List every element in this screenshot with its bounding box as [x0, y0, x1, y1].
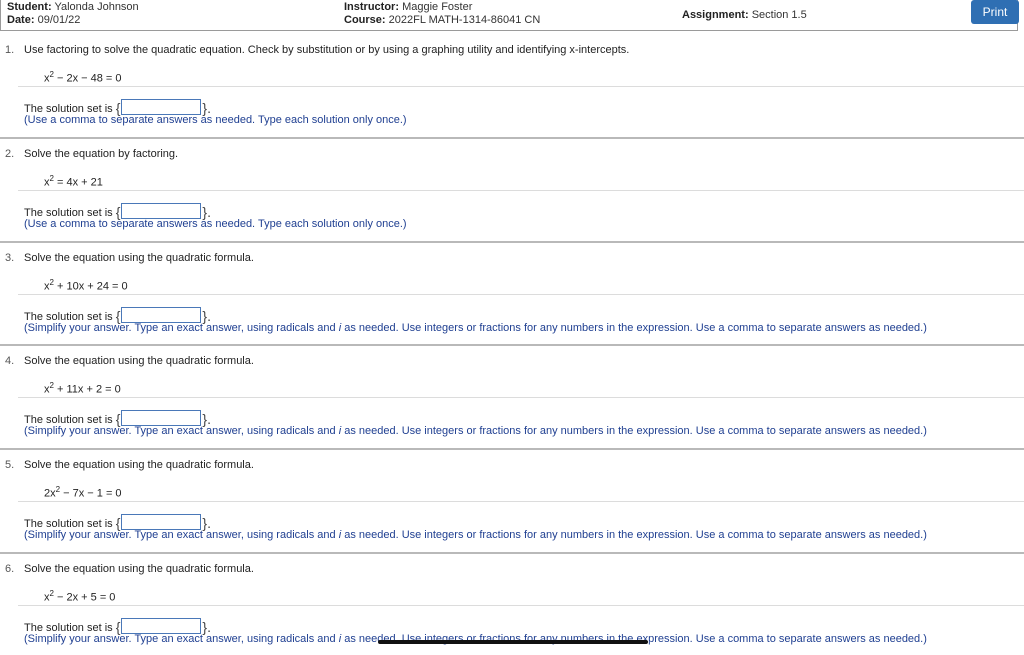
question-divider	[0, 448, 1024, 450]
question-prompt: Solve the equation using the quadratic f…	[24, 355, 254, 367]
hint-text: (Use a comma to separate answers as need…	[24, 218, 407, 230]
question-number: 5.	[5, 459, 15, 471]
assignment-label: Assignment:	[682, 9, 749, 21]
equation-rest: − 2x − 48 = 0	[53, 72, 122, 85]
answer-input[interactable]	[121, 410, 202, 426]
instructor-info: Instructor: Maggie Foster Course: 2022FL…	[344, 1, 540, 27]
instructor-label: Instructor:	[344, 1, 399, 13]
inner-divider	[18, 501, 1024, 502]
inner-divider	[18, 397, 1024, 398]
question-divider	[0, 552, 1024, 554]
assignment-value: Section 1.5	[751, 9, 807, 21]
pen-scribble	[378, 640, 648, 644]
course-value: 2022FL MATH-1314-86041 CN	[388, 14, 541, 26]
assignment-info: Assignment: Section 1.5	[682, 9, 807, 22]
answer-input[interactable]	[121, 307, 202, 323]
question-2: 2. Solve the equation by factoring. x2 = 4…	[0, 137, 1024, 240]
hint-text: (Simplify your answer. Type an exact ans…	[24, 633, 339, 645]
inner-divider	[18, 190, 1024, 191]
inner-divider	[18, 605, 1024, 606]
question-prompt: Solve the equation using the quadratic f…	[24, 459, 254, 471]
inner-divider	[18, 294, 1024, 295]
equation: x2 − 2x − 48 = 0	[44, 70, 122, 85]
hint-text: (Simplify your answer. Type an exact ans…	[24, 529, 339, 541]
question-divider	[0, 137, 1024, 139]
question-divider	[0, 344, 1024, 346]
question-4: 4. Solve the equation using the quadratic…	[0, 344, 1024, 447]
equation-rest: − 7x − 1 = 0	[60, 487, 122, 500]
question-number: 6.	[5, 563, 15, 575]
equation: x2 = 4x + 21	[44, 174, 103, 189]
equation-rest: − 2x + 5 = 0	[53, 591, 116, 604]
student-label: Student:	[7, 1, 52, 13]
instructor-name: Maggie Foster	[402, 1, 473, 13]
question-number: 1.	[5, 44, 15, 56]
student-name: Yalonda Johnson	[54, 1, 139, 13]
student-info: Student: Yalonda Johnson Date: 09/01/22	[7, 1, 139, 27]
print-button[interactable]: Print	[971, 0, 1019, 24]
answer-hint: (Simplify your answer. Type an exact ans…	[24, 322, 927, 334]
course-label: Course:	[344, 14, 386, 26]
hint-text-end: as needed. Use integers or fractions for…	[341, 529, 927, 541]
date-value: 09/01/22	[37, 14, 81, 26]
question-prompt: Solve the equation using the quadratic f…	[24, 563, 254, 575]
question-1: 1. Use factoring to solve the quadratic e…	[0, 33, 1024, 136]
answer-input[interactable]	[121, 203, 202, 219]
question-number: 2.	[5, 148, 15, 160]
answer-input[interactable]	[121, 618, 202, 634]
equation-rest: = 4x + 21	[53, 176, 103, 189]
question-prompt: Use factoring to solve the quadratic equ…	[24, 44, 630, 56]
inner-divider	[18, 86, 1024, 87]
answer-input[interactable]	[121, 514, 202, 530]
question-3: 3. Solve the equation using the quadratic…	[0, 241, 1024, 344]
question-divider	[0, 241, 1024, 243]
answer-hint: (Use a comma to separate answers as need…	[24, 114, 407, 126]
question-prompt: Solve the equation by factoring.	[24, 148, 179, 160]
equation: x2 + 10x + 24 = 0	[44, 278, 128, 293]
equation-base: 2x	[44, 487, 56, 500]
question-5: 5. Solve the equation using the quadratic…	[0, 448, 1024, 551]
answer-hint: (Simplify your answer. Type an exact ans…	[24, 529, 927, 541]
equation: x2 − 2x + 5 = 0	[44, 589, 115, 604]
question-prompt: Solve the equation using the quadratic f…	[24, 252, 254, 264]
assignment-header: Student: Yalonda Johnson Date: 09/01/22 …	[0, 0, 1018, 31]
answer-input[interactable]	[121, 99, 202, 115]
answer-hint: (Use a comma to separate answers as need…	[24, 218, 407, 230]
hint-text: (Simplify your answer. Type an exact ans…	[24, 425, 339, 437]
equation-rest: + 10x + 24 = 0	[53, 280, 128, 293]
date-label: Date:	[7, 14, 35, 26]
answer-hint: (Simplify your answer. Type an exact ans…	[24, 425, 927, 437]
equation: 2x2 − 7x − 1 = 0	[44, 485, 122, 500]
equation: x2 + 11x + 2 = 0	[44, 381, 121, 396]
hint-text-end: as needed. Use integers or fractions for…	[341, 322, 927, 334]
hint-text-end: as needed. Use integers or fractions for…	[341, 425, 927, 437]
hint-text: (Simplify your answer. Type an exact ans…	[24, 322, 339, 334]
question-number: 3.	[5, 252, 15, 264]
equation-rest: + 11x + 2 = 0	[53, 383, 121, 396]
question-number: 4.	[5, 355, 15, 367]
hint-text: (Use a comma to separate answers as need…	[24, 114, 407, 126]
